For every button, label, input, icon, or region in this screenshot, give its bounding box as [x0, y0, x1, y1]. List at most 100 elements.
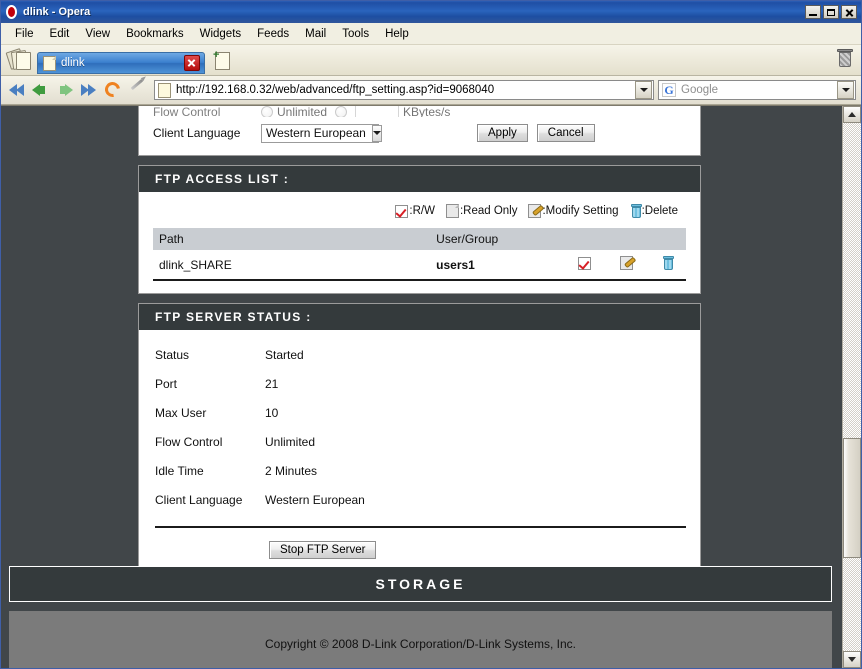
status-key: Flow Control	[155, 434, 223, 449]
menu-item-bookmarks[interactable]: Bookmarks	[118, 26, 192, 42]
access-list-table: Path User/Group dlink_SHARE users1	[153, 228, 686, 281]
page-icon	[445, 204, 459, 218]
scrollbar-track[interactable]	[843, 123, 861, 651]
close-window-button[interactable]	[841, 5, 857, 19]
trash-icon[interactable]	[837, 49, 853, 69]
red-check-icon	[395, 204, 409, 218]
menu-item-feeds[interactable]: Feeds	[249, 26, 297, 42]
status-key: Max User	[155, 405, 207, 420]
copyright-text: Copyright © 2008 D-Link Corporation/D-Li…	[265, 637, 576, 651]
tab-bar: dlink +	[1, 45, 861, 76]
status-row-idle-time: Idle Time 2 Minutes	[139, 456, 700, 485]
maximize-button[interactable]	[823, 5, 839, 19]
table-row: dlink_SHARE users1	[153, 250, 686, 281]
client-language-select[interactable]: Western European	[261, 123, 382, 143]
url-input[interactable]: http://192.168.0.32/web/advanced/ftp_set…	[154, 80, 654, 100]
google-icon: G	[662, 83, 676, 97]
chevron-down-icon	[841, 88, 850, 92]
window-title: dlink - Opera	[23, 6, 91, 18]
flow-control-limit-input[interactable]	[355, 106, 400, 117]
status-value: Started	[265, 347, 304, 362]
status-value: Unlimited	[265, 434, 316, 449]
menu-item-mail[interactable]: Mail	[297, 26, 334, 42]
ftp-server-status-panel: FTP SERVER STATUS : Status Started Port …	[138, 303, 701, 575]
column-header-user-group: User/Group	[430, 228, 686, 250]
chevron-down-icon	[848, 657, 856, 662]
menu-item-tools[interactable]: Tools	[334, 26, 377, 42]
flow-control-unlimited-label: Unlimited	[277, 106, 328, 117]
cell-path: dlink_SHARE	[153, 250, 431, 281]
legend-modify-label: :Modify Setting	[542, 205, 619, 217]
minimize-button[interactable]	[805, 5, 821, 19]
legend-rw: :R/W	[394, 204, 435, 218]
menu-item-help[interactable]: Help	[377, 26, 417, 42]
status-row-max-user: Max User 10	[139, 398, 700, 427]
status-value: Western European	[265, 492, 365, 507]
chevron-down-icon	[372, 131, 381, 135]
back-icon[interactable]	[30, 79, 52, 101]
cancel-button[interactable]: Cancel	[536, 124, 595, 142]
client-language-label: Client Language	[153, 126, 241, 140]
trash-icon	[630, 204, 642, 218]
forward-icon[interactable]	[54, 79, 76, 101]
new-tab-button[interactable]: +	[211, 49, 233, 71]
search-dropdown-button[interactable]	[837, 81, 854, 99]
scrollbar-thumb[interactable]	[843, 438, 861, 558]
tab-dlink[interactable]: dlink	[37, 52, 205, 74]
cell-permission[interactable]	[560, 250, 602, 281]
fast-forward-icon[interactable]	[78, 79, 100, 101]
cell-modify[interactable]	[602, 250, 644, 281]
reload-icon[interactable]	[102, 79, 124, 101]
legend-read-only: :Read Only	[445, 204, 517, 218]
ftp-settings-form-panel: Flow Control Unlimited KBytes/s Client L…	[138, 106, 701, 156]
red-check-icon[interactable]	[577, 256, 591, 270]
scroll-down-button[interactable]	[843, 651, 861, 668]
status-row-status: Status Started	[139, 340, 700, 369]
edit-pencil-icon[interactable]	[126, 78, 148, 101]
flow-control-unit-label: KBytes/s	[403, 106, 451, 117]
url-dropdown-button[interactable]	[635, 81, 652, 99]
column-header-path: Path	[153, 228, 431, 250]
status-value: 21	[265, 376, 279, 391]
vertical-scrollbar[interactable]	[842, 106, 861, 668]
close-tab-button[interactable]	[184, 55, 200, 71]
search-input[interactable]: G Google	[658, 80, 856, 100]
flow-control-unlimited-radio[interactable]	[261, 106, 273, 117]
table-header-row: Path User/Group	[153, 228, 686, 250]
status-value: 2 Minutes	[265, 463, 318, 478]
trash-icon[interactable]	[662, 256, 674, 270]
status-key: Port	[155, 376, 178, 391]
tab-label: dlink	[61, 57, 85, 69]
menu-item-file[interactable]: File	[7, 26, 42, 42]
status-row-flow-control: Flow Control Unlimited	[139, 427, 700, 456]
client-language-dropdown-button[interactable]	[371, 124, 382, 142]
flow-control-label: Flow Control	[153, 106, 221, 117]
legend-rw-label: :R/W	[409, 205, 435, 217]
browser-window: dlink - Opera File Edit View Bookmarks W…	[0, 0, 862, 669]
scroll-up-button[interactable]	[843, 106, 861, 123]
stop-ftp-server-button[interactable]: Stop FTP Server	[269, 541, 377, 559]
stop-ftp-server-row: Stop FTP Server	[139, 541, 700, 562]
storage-banner: STORAGE	[9, 566, 832, 602]
page-viewport: Flow Control Unlimited KBytes/s Client L…	[1, 105, 861, 668]
menu-item-widgets[interactable]: Widgets	[192, 26, 250, 42]
title-bar: dlink - Opera	[1, 1, 861, 23]
content-column: Flow Control Unlimited KBytes/s Client L…	[138, 106, 701, 584]
tab-stack-icon[interactable]	[5, 48, 33, 72]
address-bar: http://192.168.0.32/web/advanced/ftp_set…	[1, 76, 861, 105]
menu-bar: File Edit View Bookmarks Widgets Feeds M…	[1, 23, 861, 45]
rewind-icon[interactable]	[6, 79, 28, 101]
page-pencil-icon[interactable]	[619, 256, 633, 270]
chevron-up-icon	[848, 112, 856, 117]
url-text: http://192.168.0.32/web/advanced/ftp_set…	[176, 84, 495, 96]
opera-logo-icon	[4, 4, 20, 20]
cell-delete[interactable]	[644, 250, 686, 281]
ftp-server-status-title: FTP SERVER STATUS :	[139, 304, 700, 330]
chevron-down-icon	[639, 88, 648, 92]
ftp-access-list-title: FTP ACCESS LIST :	[139, 166, 700, 192]
menu-item-view[interactable]: View	[77, 26, 118, 42]
apply-button[interactable]: Apply	[477, 124, 528, 142]
client-language-row: Client Language Western European Apply C…	[153, 121, 686, 145]
flow-control-limit-radio[interactable]	[335, 106, 348, 117]
menu-item-edit[interactable]: Edit	[42, 26, 78, 42]
